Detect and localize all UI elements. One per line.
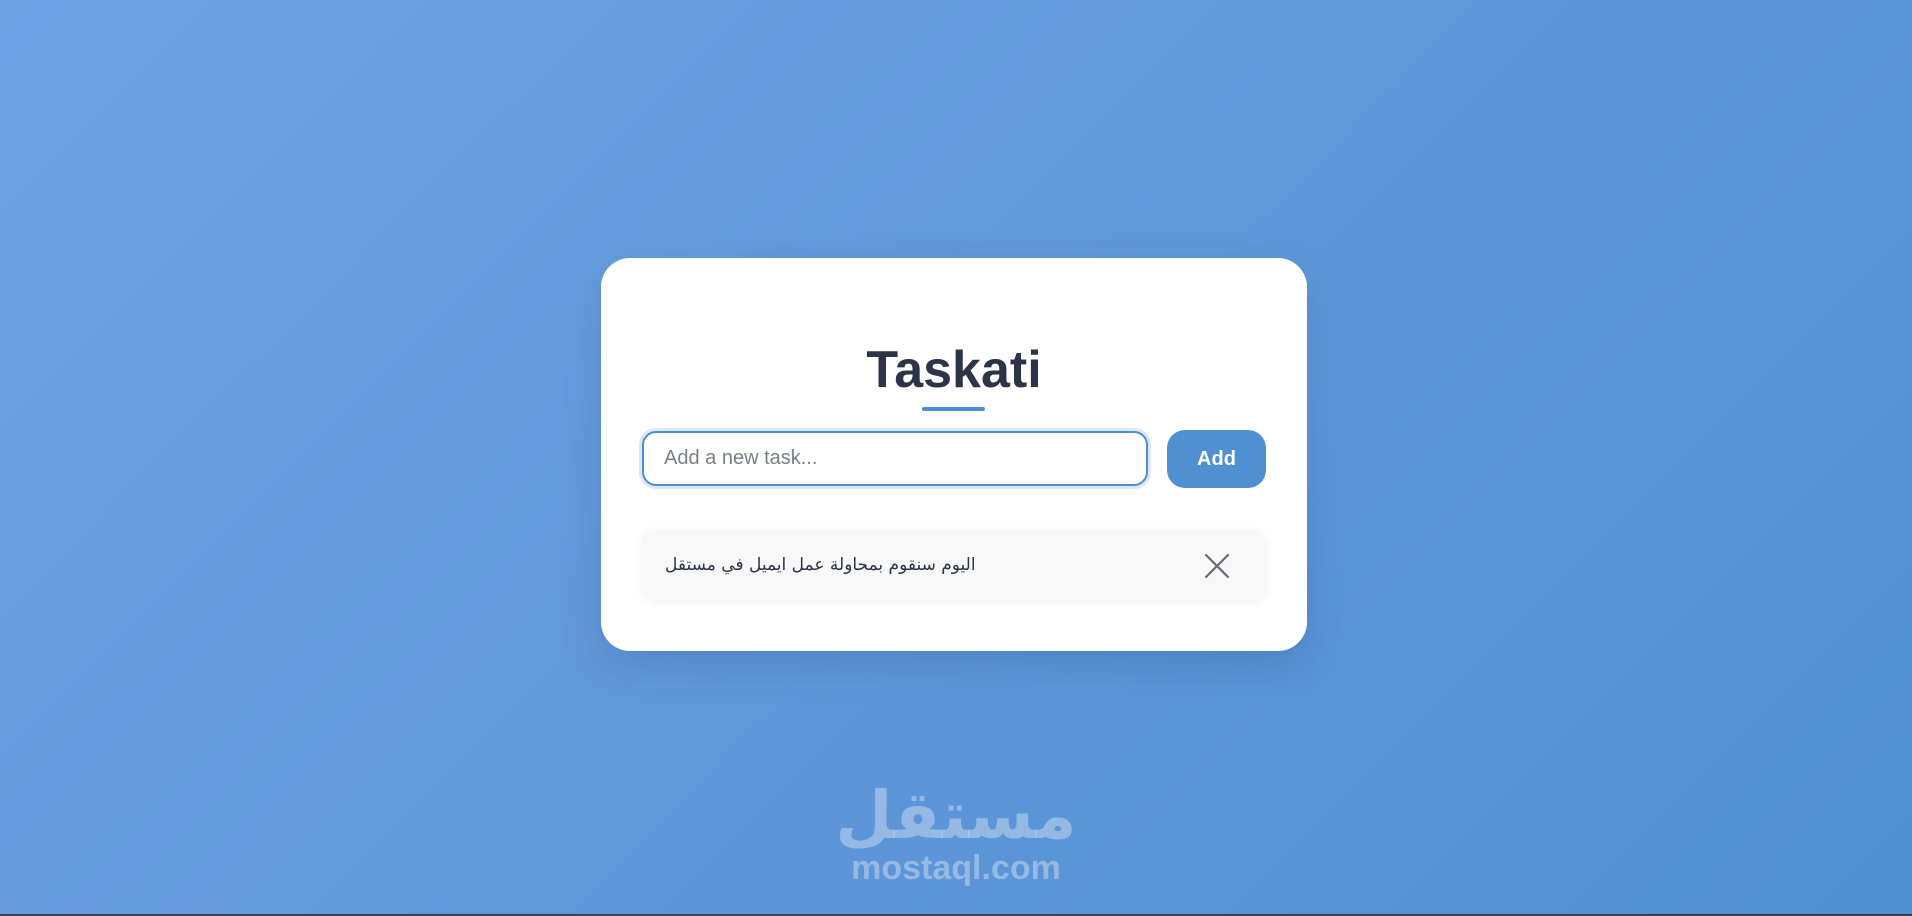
delete-task-button[interactable] bbox=[1202, 551, 1232, 581]
task-item: اليوم سنقوم بمحاولة عمل ايميل في مستقل bbox=[642, 530, 1266, 600]
watermark-arabic: مستقل bbox=[835, 777, 1077, 854]
new-task-input[interactable] bbox=[642, 431, 1148, 486]
add-task-button[interactable]: Add bbox=[1167, 430, 1266, 488]
mostaql-watermark: مستقل mostaql.com bbox=[820, 777, 1092, 887]
todo-card: Taskati Add اليوم سنقوم بمحاولة عمل ايمي… bbox=[601, 258, 1307, 651]
task-list: اليوم سنقوم بمحاولة عمل ايميل في مستقل bbox=[642, 530, 1266, 600]
watermark-latin: mostaql.com bbox=[851, 849, 1061, 887]
task-text: اليوم سنقوم بمحاولة عمل ايميل في مستقل bbox=[665, 555, 976, 575]
close-icon bbox=[1204, 553, 1230, 579]
app-title: Taskati bbox=[866, 341, 1042, 399]
title-underline bbox=[922, 407, 985, 411]
